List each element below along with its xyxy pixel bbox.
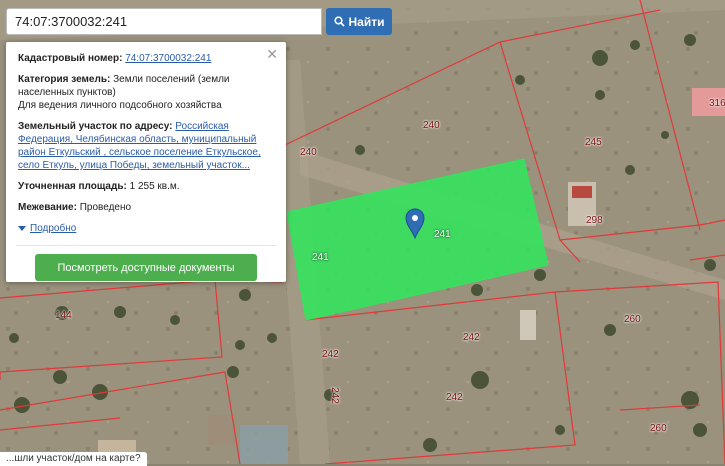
- plot-number: 241: [312, 252, 329, 263]
- category-row: Категория земель: Земли поселений (земли…: [18, 73, 274, 112]
- plot-number: 298: [586, 215, 603, 226]
- address-row: Земельный участок по адресу: Российская …: [18, 120, 274, 172]
- divider: [16, 245, 276, 246]
- plot-number: 241: [434, 229, 451, 240]
- search-button[interactable]: Найти: [326, 8, 392, 35]
- plot-number: 260: [624, 314, 641, 325]
- close-icon[interactable]: ✕: [266, 47, 278, 61]
- survey-value: Проведено: [79, 202, 132, 213]
- cadastral-link[interactable]: 74:07:3700032:241: [125, 53, 211, 64]
- plot-number: 242: [328, 387, 340, 404]
- cadastral-row: Кадастровый номер: 74:07:3700032:241: [18, 52, 274, 65]
- view-documents-button[interactable]: Посмотреть доступные документы: [35, 254, 257, 281]
- caret-down-icon: [18, 226, 26, 231]
- search-bar: [6, 8, 323, 35]
- area-label: Уточненная площадь:: [18, 181, 127, 192]
- details-link[interactable]: Подробно: [30, 222, 76, 235]
- search-icon: [333, 16, 345, 27]
- plot-number: 144: [55, 310, 72, 321]
- search-input[interactable]: [7, 9, 323, 34]
- parcel-info-popup: ✕ Кадастровый номер: 74:07:3700032:241 К…: [6, 42, 286, 282]
- plot-number: 240: [423, 120, 440, 131]
- category-label: Категория земель:: [18, 74, 111, 85]
- survey-label: Межевание:: [18, 202, 77, 213]
- plot-number: 245: [585, 137, 602, 148]
- plot-number: 260: [650, 423, 667, 434]
- area-row: Уточненная площадь: 1 255 кв.м.: [18, 180, 274, 193]
- plot-number: 242: [322, 349, 339, 360]
- details-toggle[interactable]: Подробно: [18, 222, 274, 235]
- search-button-label: Найти: [348, 14, 385, 29]
- cadastral-label: Кадастровый номер:: [18, 53, 123, 64]
- area-value: 1 255 кв.м.: [129, 181, 180, 192]
- address-label: Земельный участок по адресу:: [18, 121, 173, 132]
- use-value: Для ведения личного подсобного хозяйства: [18, 100, 222, 111]
- survey-row: Межевание: Проведено: [18, 201, 274, 214]
- plot-number: 316: [709, 98, 725, 109]
- plot-number: 242: [446, 392, 463, 403]
- plot-number: 240: [300, 147, 317, 158]
- plot-number: 242: [463, 332, 480, 343]
